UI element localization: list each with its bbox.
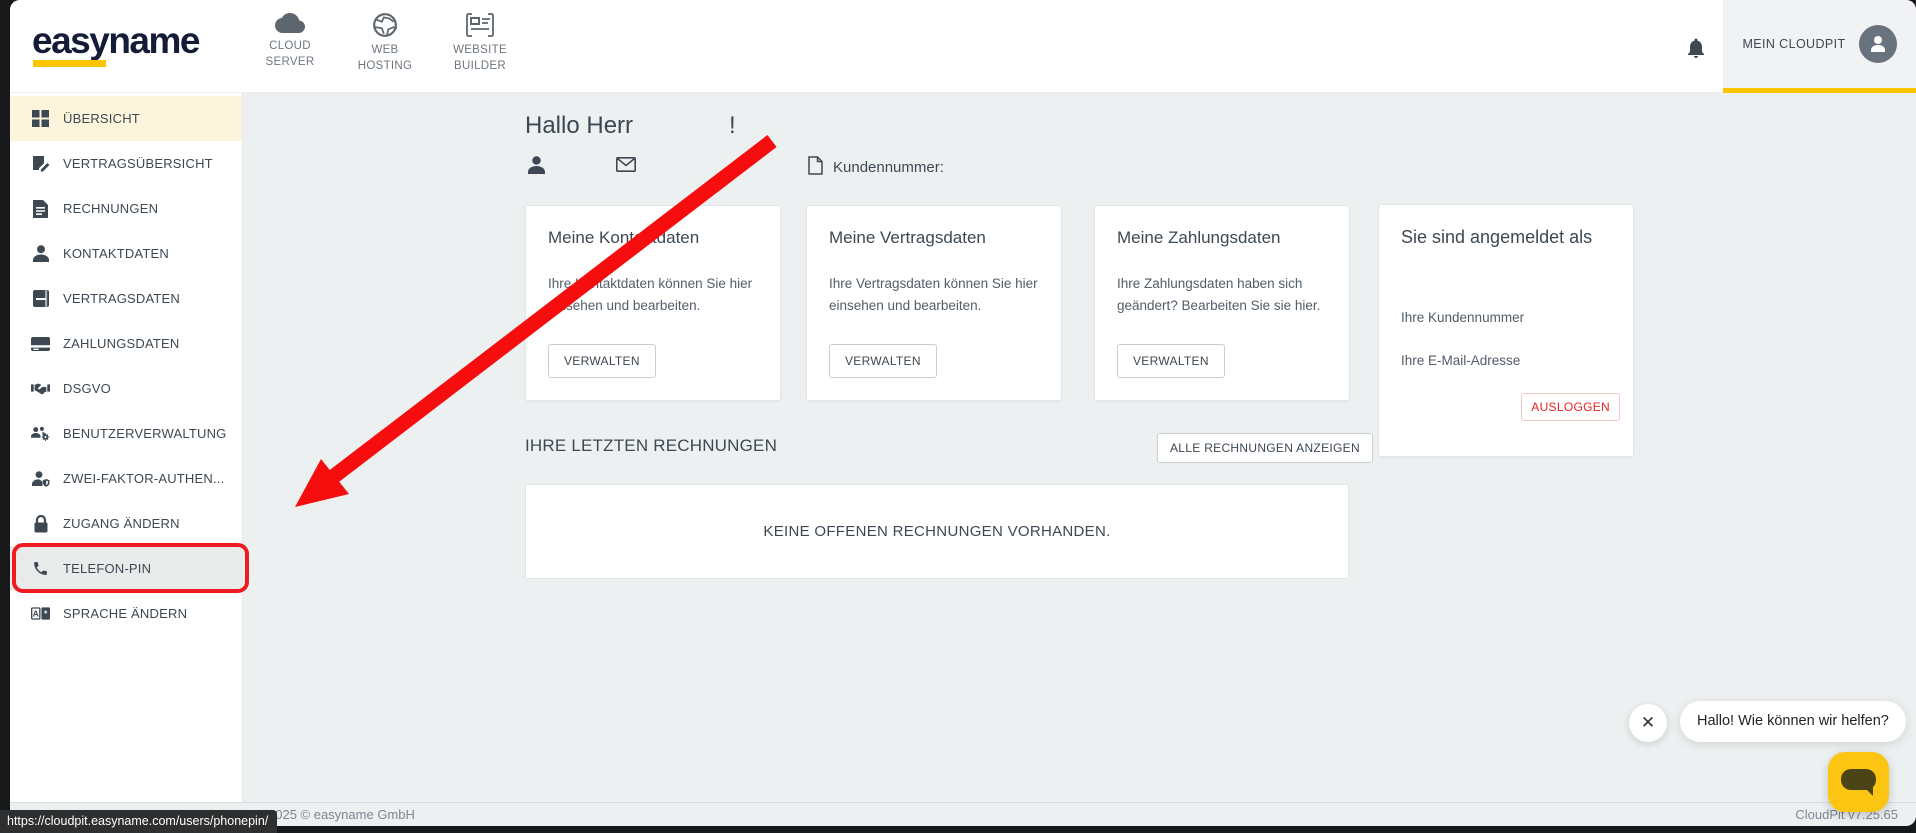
session-email-label: Ihre E-Mail-Adresse	[1401, 353, 1611, 368]
grid-icon	[31, 109, 50, 128]
top-header: easyname CLOUD SERVER WEB HOSTING W	[10, 0, 1916, 93]
person-icon	[528, 156, 545, 179]
verwalten-button[interactable]: VERWALTEN	[829, 344, 937, 378]
close-icon: ✕	[1641, 713, 1655, 733]
user-meta-row: Kundennummer:	[10, 156, 1916, 178]
contact-data-card: Meine Kontaktdaten Ihre Kontaktdaten kön…	[525, 205, 781, 401]
sidebar-item-rechnungen[interactable]: RECHNUNGEN	[10, 186, 242, 231]
sidebar-item-zwei-faktor[interactable]: ZWEI-FAKTOR-AUTHEN...	[10, 456, 242, 501]
sidebar-item-dsgvo[interactable]: DSGVO	[10, 366, 242, 411]
nav-cloud-server[interactable]: CLOUD SERVER	[242, 12, 338, 70]
sidebar-item-sprache-aendern[interactable]: A* SPRACHE ÄNDERN	[10, 591, 242, 636]
users-gear-icon	[31, 424, 50, 443]
sidebar-item-vertragsdaten[interactable]: VERTRAGSDATEN	[10, 276, 242, 321]
card-body: Ihre Kontaktdaten können Sie hier einseh…	[548, 273, 758, 318]
nav-label-line1: WEB	[337, 43, 433, 59]
svg-text:*: *	[44, 609, 48, 619]
card-body: Ihre Zahlungsdaten haben sich geändert? …	[1117, 273, 1327, 318]
sidebar-item-label: VERTRAGSÜBERSICHT	[63, 156, 213, 171]
sidebar-item-zugang-aendern[interactable]: ZUGANG ÄNDERN	[10, 501, 242, 546]
sidebar-item-label: TELEFON-PIN	[63, 561, 151, 576]
sidebar-item-zahlungsdaten[interactable]: ZAHLUNGSDATEN	[10, 321, 242, 366]
sidebar-item-telefon-pin[interactable]: TELEFON-PIN	[10, 546, 242, 591]
account-menu[interactable]: MEIN CLOUDPIT	[1723, 0, 1916, 93]
sidebar-nav: ÜBERSICHT VERTRAGSÜBERSICHT RECHNUNGEN K…	[10, 93, 243, 802]
invoice-icon	[31, 199, 50, 218]
nav-web-hosting[interactable]: WEB HOSTING	[337, 12, 433, 74]
svg-text:A: A	[33, 609, 39, 619]
language-icon: A*	[31, 604, 50, 623]
invoices-empty-message: KEINE OFFENEN RECHNUNGEN VORHANDEN.	[763, 523, 1110, 540]
card-body: Ihre Vertragsdaten können Sie hier einse…	[829, 273, 1039, 318]
footer-divider	[10, 802, 1916, 803]
sidebar-item-label: ZWEI-FAKTOR-AUTHEN...	[63, 471, 224, 486]
sidebar-item-label: BENUTZERVERWALTUNG	[63, 426, 226, 441]
browser-icon	[432, 12, 528, 38]
sidebar-item-label: VERTRAGSDATEN	[63, 291, 180, 306]
sidebar-item-label: RECHNUNGEN	[63, 201, 158, 216]
session-customer-number-label: Ihre Kundennummer	[1401, 310, 1611, 325]
logo-text-easy: easy	[32, 22, 108, 59]
invoices-heading: IHRE LETZTEN RECHNUNGEN	[525, 436, 777, 456]
contract-data-icon	[31, 289, 50, 308]
nav-label-line1: WEBSITE	[432, 43, 528, 59]
user-shield-icon	[31, 469, 50, 488]
phone-icon	[31, 559, 50, 578]
nav-label-line2: BUILDER	[432, 59, 528, 75]
chat-launcher-button[interactable]	[1828, 752, 1889, 812]
sidebar-item-label: KONTAKTDATEN	[63, 246, 169, 261]
handshake-icon	[31, 379, 50, 398]
sidebar-item-label: DSGVO	[63, 381, 111, 396]
chat-bubble-icon	[1841, 769, 1876, 790]
sidebar-item-label: SPRACHE ÄNDERN	[63, 606, 187, 621]
sidebar-item-label: ÜBERSICHT	[63, 111, 140, 126]
card-title: Meine Kontaktdaten	[548, 228, 758, 248]
session-card-title: Sie sind angemeldet als	[1401, 227, 1611, 248]
contract-overview-icon	[31, 154, 50, 173]
contract-data-card: Meine Vertragsdaten Ihre Vertragsdaten k…	[806, 205, 1062, 401]
browser-app-window: easyname CLOUD SERVER WEB HOSTING W	[10, 0, 1916, 826]
lock-icon	[31, 514, 50, 533]
greeting-text: Hallo Herr	[525, 112, 633, 139]
credit-card-icon	[31, 334, 50, 353]
nav-website-builder[interactable]: WEBSITE BUILDER	[432, 12, 528, 74]
sidebar-item-label: ZUGANG ÄNDERN	[63, 516, 180, 531]
session-card: Sie sind angemeldet als Ihre Kundennumme…	[1378, 204, 1634, 457]
user-icon	[31, 244, 50, 263]
card-title: Meine Vertragsdaten	[829, 228, 1039, 248]
chat-close-button[interactable]: ✕	[1629, 704, 1667, 742]
logout-button[interactable]: AUSLOGGEN	[1521, 393, 1620, 421]
verwalten-button[interactable]: VERWALTEN	[548, 344, 656, 378]
nav-label-line2: SERVER	[242, 55, 338, 71]
sidebar-item-uebersicht[interactable]: ÜBERSICHT	[10, 96, 242, 141]
sidebar-item-label: ZAHLUNGSDATEN	[63, 336, 179, 351]
customer-number-label: Kundennummer:	[833, 159, 944, 176]
nav-label-line1: CLOUD	[242, 39, 338, 55]
show-all-invoices-button[interactable]: ALLE RECHNUNGEN ANZEIGEN	[1157, 433, 1373, 463]
verwalten-button[interactable]: VERWALTEN	[1117, 344, 1225, 378]
easyname-logo[interactable]: easyname	[32, 22, 199, 59]
document-icon	[808, 156, 823, 179]
logo-text-name: name	[108, 20, 199, 61]
nav-label-line2: HOSTING	[337, 59, 433, 75]
envelope-icon	[616, 157, 636, 177]
footer-copyright: 2025 © easyname GmbH	[268, 807, 415, 822]
payment-data-card: Meine Zahlungsdaten Ihre Zahlungsdaten h…	[1094, 205, 1350, 401]
card-title: Meine Zahlungsdaten	[1117, 228, 1327, 248]
avatar	[1859, 25, 1897, 63]
greeting-exclamation: !	[729, 112, 736, 139]
globe-icon	[337, 12, 433, 38]
screenshot-page: easyname CLOUD SERVER WEB HOSTING W	[0, 0, 1916, 833]
greeting-heading: Hallo Herr!	[525, 112, 736, 140]
sidebar-item-benutzerverwaltung[interactable]: BENUTZERVERWALTUNG	[10, 411, 242, 456]
customer-number-group: Kundennummer:	[808, 156, 944, 179]
chat-greeting-pill[interactable]: Hallo! Wie können wir helfen?	[1680, 701, 1906, 742]
cloud-icon	[242, 12, 338, 34]
sidebar-item-vertragsuebersicht[interactable]: VERTRAGSÜBERSICHT	[10, 141, 242, 186]
notifications-bell-icon[interactable]	[1684, 36, 1708, 60]
sidebar-item-kontaktdaten[interactable]: KONTAKTDATEN	[10, 231, 242, 276]
account-label: MEIN CLOUDPIT	[1742, 37, 1845, 51]
invoices-empty-panel: KEINE OFFENEN RECHNUNGEN VORHANDEN.	[525, 484, 1349, 579]
status-bar-url: https://cloudpit.easyname.com/users/phon…	[0, 810, 277, 833]
